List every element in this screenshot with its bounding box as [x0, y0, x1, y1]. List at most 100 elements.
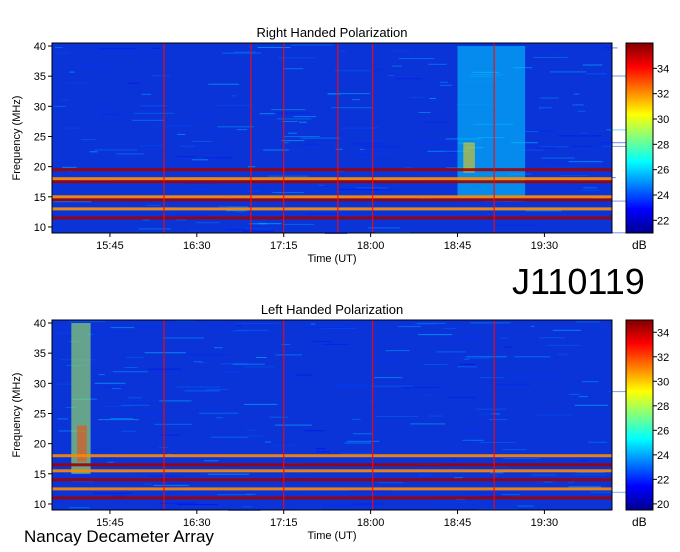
noise-streak [454, 477, 463, 479]
noise-streak [56, 108, 61, 110]
noise-streak [170, 482, 194, 484]
interference-band [52, 469, 612, 473]
colorbar-tick-label: 22 [657, 474, 669, 486]
noise-streak [231, 330, 247, 332]
noise-streak [467, 492, 502, 494]
noise-streak [466, 357, 490, 359]
noise-streak [422, 121, 446, 123]
noise-streak [177, 386, 221, 388]
noise-streak [572, 104, 584, 106]
colorbar-tick-label: 20 [657, 499, 669, 511]
noise-streak [340, 50, 346, 52]
noise-streak [132, 119, 164, 121]
noise-streak [479, 442, 516, 443]
noise-streak [182, 389, 218, 391]
noise-streak [259, 113, 276, 115]
noise-streak [216, 417, 223, 419]
noise-streak [370, 69, 387, 71]
noise-streak [177, 156, 197, 158]
noise-streak [397, 326, 422, 328]
noise-streak [143, 483, 153, 485]
x-tick-label: 18:45 [444, 517, 472, 529]
noise-streak [385, 350, 410, 352]
noise-streak [352, 99, 361, 101]
noise-streak [327, 93, 370, 95]
noise-streak [342, 323, 361, 325]
noise-streak [62, 166, 77, 168]
left-heatmap-area [51, 319, 645, 511]
noise-streak [268, 175, 309, 177]
noise-streak [375, 415, 418, 417]
y-tick-label: 35 [34, 348, 46, 360]
noise-streak [557, 353, 568, 355]
noise-streak [195, 222, 220, 224]
noise-streak [541, 157, 575, 159]
noise-streak [267, 117, 275, 119]
interference-band [52, 478, 612, 482]
noise-streak [193, 361, 203, 363]
noise-streak [70, 481, 94, 483]
y-tick-label: 20 [34, 439, 46, 451]
noise-streak [357, 358, 398, 360]
noise-streak [242, 506, 253, 508]
noise-streak [479, 413, 495, 415]
noise-streak [134, 112, 175, 114]
noise-streak [369, 401, 375, 403]
noise-streak [361, 146, 402, 148]
noise-streak [353, 433, 372, 435]
noise-streak [257, 47, 291, 48]
noise-streak [336, 385, 376, 387]
noise-streak [423, 364, 448, 366]
y-tick-label: 20 [34, 162, 46, 174]
noise-streak [81, 139, 97, 141]
noise-streak [419, 142, 445, 144]
noise-streak [487, 353, 494, 355]
noise-streak [282, 121, 298, 122]
noise-streak [429, 98, 436, 99]
interference-band [52, 454, 612, 458]
noise-streak [98, 48, 136, 50]
noise-streak [567, 151, 579, 153]
colorbar-tick-label: 34 [657, 327, 669, 339]
noise-streak [439, 81, 448, 83]
noise-streak [246, 429, 256, 431]
noise-streak [189, 230, 199, 232]
noise-streak [236, 325, 242, 327]
noise-streak [435, 501, 479, 503]
colorbar-tick-label: 30 [657, 376, 669, 388]
noise-streak [192, 144, 228, 146]
noise-streak [94, 108, 119, 110]
noise-streak [577, 110, 586, 112]
noise-streak [340, 127, 376, 129]
noise-streak [139, 325, 167, 327]
noise-streak [235, 211, 244, 213]
noise-streak [264, 441, 272, 443]
noise-streak [344, 442, 371, 444]
noise-streak [272, 192, 304, 194]
colorbar-tick-label: 28 [657, 139, 669, 151]
noise-streak [217, 494, 253, 496]
noise-streak [583, 187, 597, 189]
noise-streak [263, 149, 289, 151]
noise-streak [277, 118, 312, 120]
station-name: Nancay Decameter Array [24, 527, 214, 546]
x-tick-label: 19:30 [531, 517, 559, 529]
noise-streak [502, 449, 527, 451]
noise-streak [355, 153, 370, 155]
noise-streak [177, 504, 218, 505]
noise-streak [409, 96, 425, 98]
interference-band [52, 168, 612, 172]
noise-streak [564, 449, 577, 451]
noise-streak [541, 108, 555, 110]
noise-streak [436, 351, 466, 353]
noise-streak [588, 441, 608, 443]
noise-streak [100, 114, 121, 116]
x-tick-label: 18:00 [357, 517, 385, 529]
noise-streak [293, 116, 316, 118]
noise-streak [428, 63, 447, 65]
noise-streak [401, 386, 440, 388]
noise-streak [346, 440, 380, 442]
left-polarization-panel: Left Handed Polarization 10152025303540 … [11, 302, 669, 542]
noise-streak [110, 418, 133, 419]
noise-streak [459, 431, 480, 432]
